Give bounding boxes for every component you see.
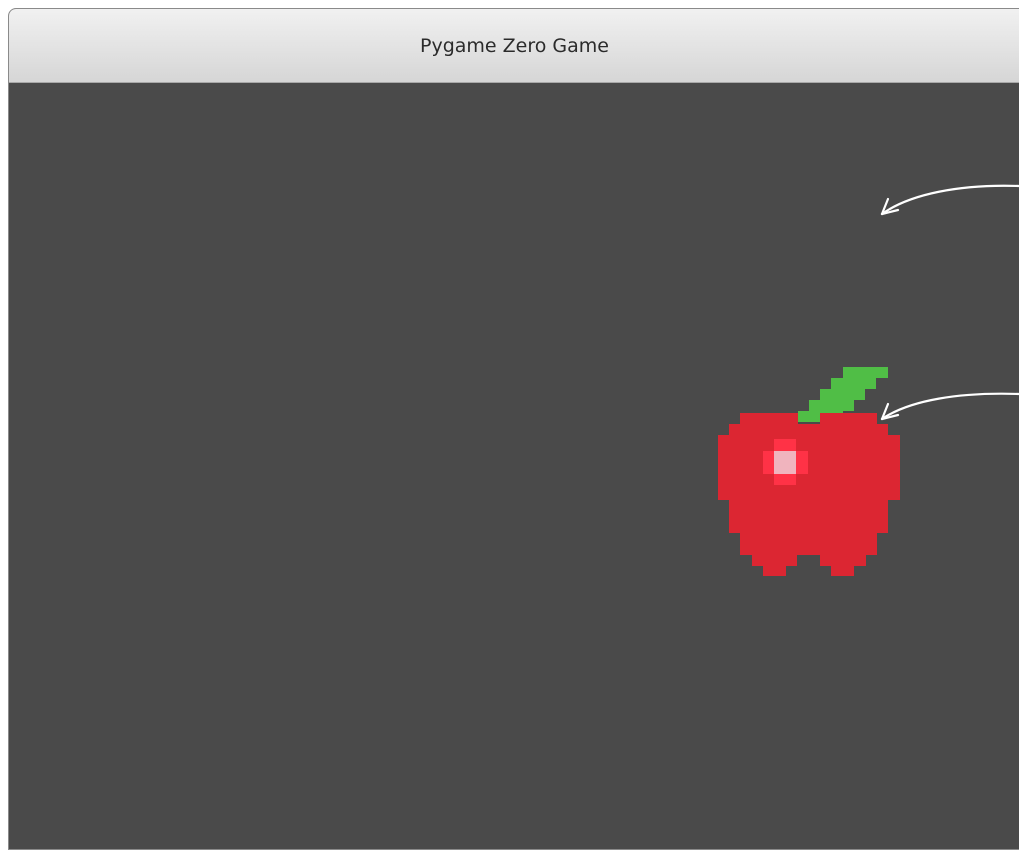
apple-sprite-layer — [718, 367, 900, 576]
game-window: Pygame Zero Game — [8, 8, 1019, 850]
window-title: Pygame Zero Game — [420, 35, 609, 57]
title-bar[interactable]: Pygame Zero Game — [9, 9, 1019, 83]
game-canvas[interactable] — [9, 83, 1019, 849]
apple-body — [718, 413, 900, 576]
apple-sprite[interactable] — [718, 367, 900, 576]
